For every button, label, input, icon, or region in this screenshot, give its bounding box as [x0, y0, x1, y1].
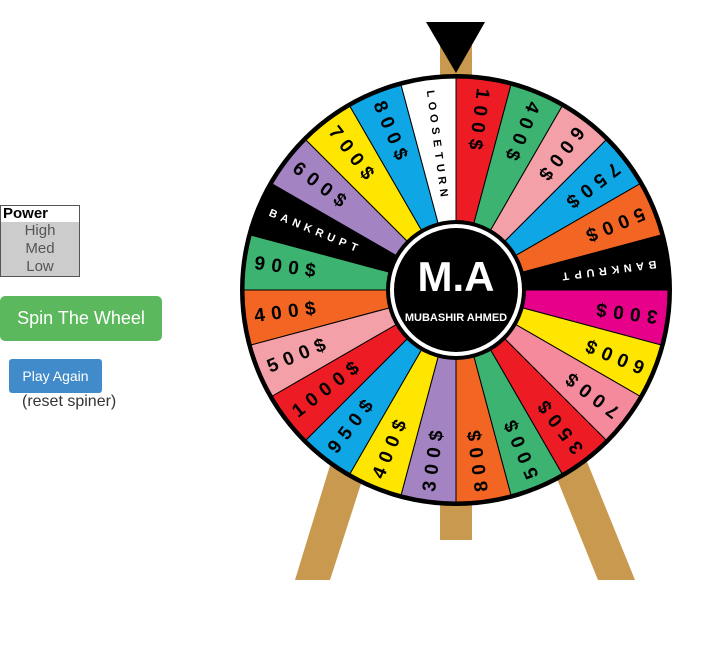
- segment-label-char: B: [648, 258, 657, 271]
- segment-label-char: R: [598, 264, 607, 277]
- segment-label-char: N: [437, 188, 450, 197]
- segment-label-char: S: [429, 126, 442, 135]
- hub-logo: M.A: [418, 253, 495, 300]
- segment-label-char: U: [433, 163, 446, 172]
- segment-label-char: A: [635, 259, 644, 272]
- segment-label-char: N: [623, 261, 632, 274]
- segment-label-char: K: [610, 263, 619, 276]
- segment-label-char: R: [435, 176, 448, 185]
- pointer-icon: [426, 22, 485, 73]
- wheel-scene: 100$400$600$ 750$500$BANKRUPT300$600$700$…: [240, 22, 672, 580]
- hub-name: MUBASHIR AHMED: [405, 312, 507, 324]
- segment-label-char: E: [430, 139, 443, 148]
- segment-label-char: P: [574, 268, 583, 281]
- segment-label-char: U: [586, 266, 595, 279]
- wheel-hub: M.A MUBASHIR AHMED: [386, 220, 526, 360]
